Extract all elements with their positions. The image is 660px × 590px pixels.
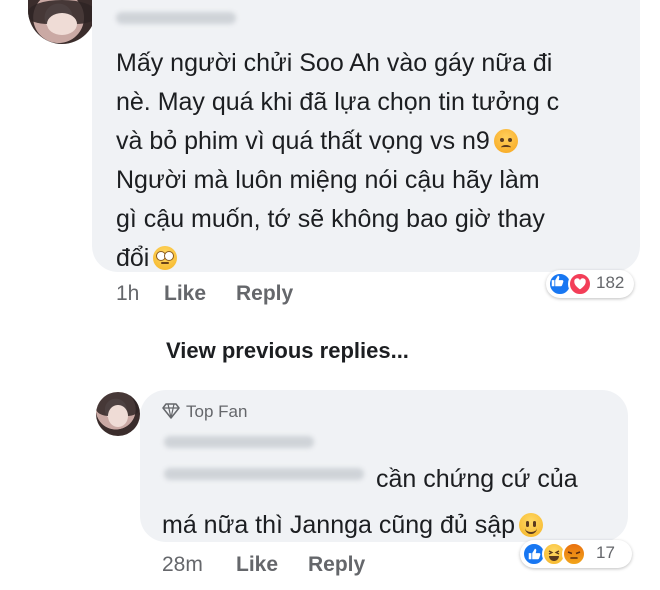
angry-icon: [562, 542, 586, 566]
eye-roll-emoji: [153, 246, 178, 270]
comment-text: Mấy người chửi Soo Ah vào gáy nữa đi nè.…: [116, 44, 636, 278]
angry-face-emoji: [493, 129, 518, 153]
comment-line: và bỏ phim vì quá thất vọng vs n9: [116, 122, 636, 161]
reaction-summary[interactable]: 17: [520, 540, 632, 568]
badge-label: Top Fan: [186, 402, 248, 421]
comment-time[interactable]: 1h: [116, 282, 139, 306]
reply-text: cần chứng cứ của má nữa thì Jannga cũng …: [162, 456, 622, 548]
diamond-icon: [162, 403, 180, 419]
reaction-count: 17: [596, 543, 615, 562]
slight-smile-emoji: [519, 513, 544, 537]
comment-line: nè. May quá khi đã lựa chọn tin tưởng c: [116, 88, 560, 116]
reaction-summary[interactable]: 182: [546, 270, 634, 298]
love-icon: [568, 272, 592, 296]
reply-author-name[interactable]: [164, 436, 314, 448]
comment-line: Mấy người chửi Soo Ah vào gáy nữa đi: [116, 49, 553, 77]
reply-time[interactable]: 28m: [162, 553, 203, 577]
reply-button[interactable]: Reply: [236, 282, 293, 306]
reply-avatar[interactable]: [96, 392, 140, 436]
comment-line: Người mà luôn miệng nói cậu hãy làm: [116, 166, 540, 194]
reply-line: cần chứng cứ của: [376, 465, 578, 493]
view-previous-replies-link[interactable]: View previous replies...: [166, 338, 409, 364]
comment-line: gì cậu muốn, tớ sẽ không bao giờ thay: [116, 205, 545, 233]
commenter-name[interactable]: [116, 12, 236, 24]
like-button[interactable]: Like: [164, 282, 206, 306]
reaction-count: 182: [596, 273, 625, 292]
reply-button[interactable]: Reply: [308, 553, 365, 577]
like-button[interactable]: Like: [236, 553, 278, 577]
commenter-avatar[interactable]: [28, 0, 96, 44]
